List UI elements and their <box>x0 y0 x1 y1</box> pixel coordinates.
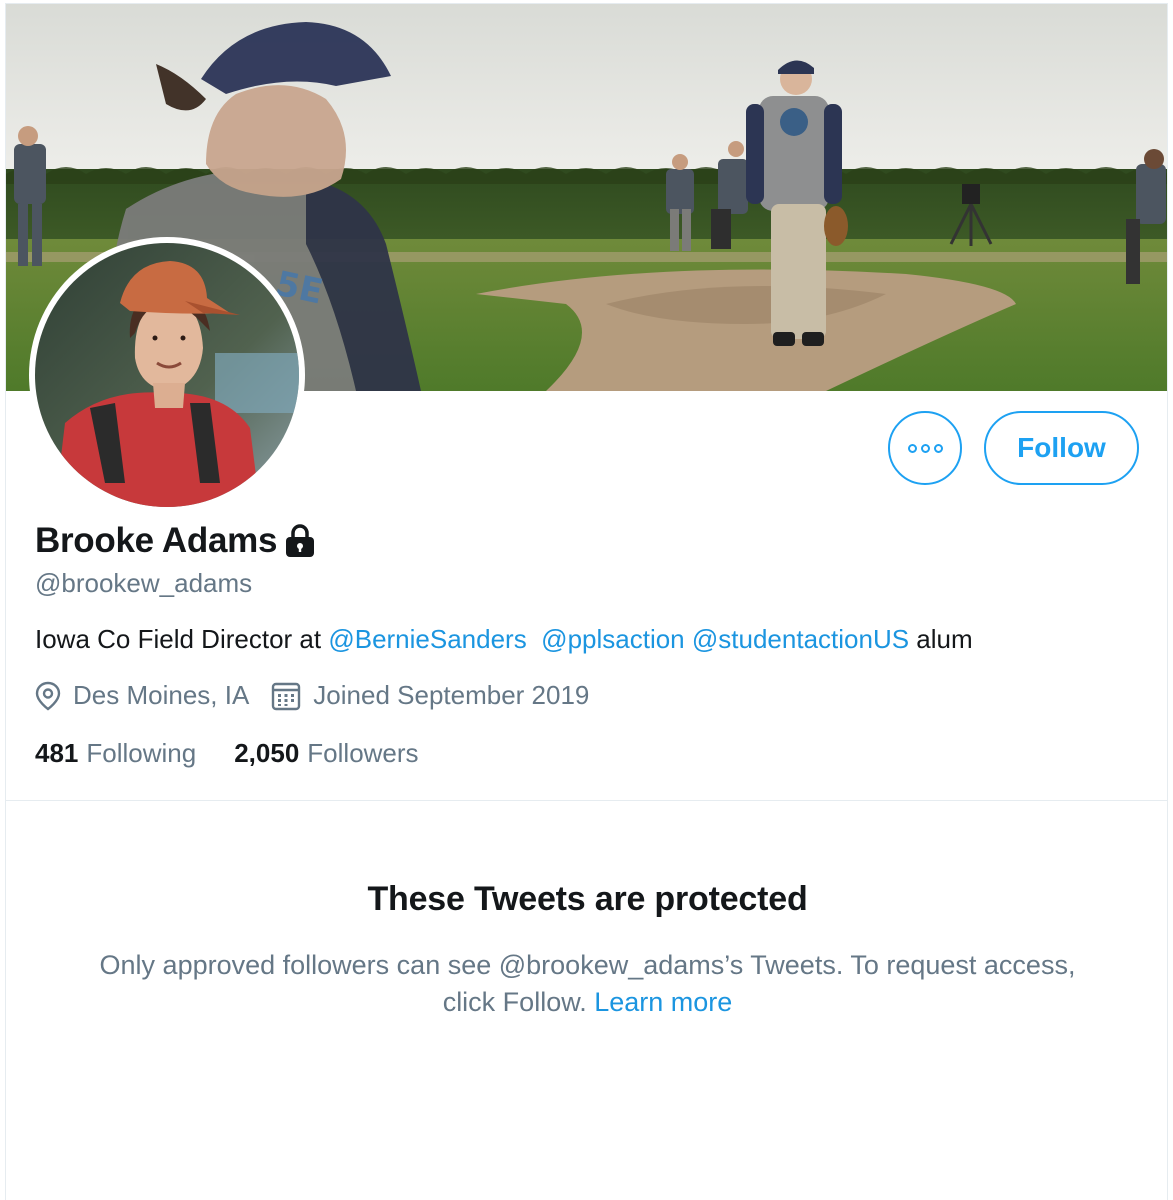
bio-text: Iowa Co Field Director at <box>35 624 329 654</box>
followers-link[interactable]: 2,050 Followers <box>234 738 418 769</box>
more-dot <box>933 443 943 453</box>
location-text: Des Moines, IA <box>73 680 250 710</box>
display-name: Brooke Adams <box>35 521 278 560</box>
bio-mention-link[interactable]: @pplsaction <box>541 624 684 654</box>
joined-text: Joined September 2019 <box>313 680 590 710</box>
profile-page: 5E Follow Brooke Adams @brookew_adams Io… <box>5 3 1168 1200</box>
following-link[interactable]: 481 Following <box>35 738 196 769</box>
learn-more-link[interactable]: Learn more <box>594 987 732 1017</box>
calendar-icon <box>271 681 301 711</box>
location-pin-icon <box>35 681 61 711</box>
following-label: Following <box>86 738 197 768</box>
followers-count: 2,050 <box>234 738 300 768</box>
followers-label: Followers <box>307 738 419 768</box>
protected-message: Only approved followers can see @brookew… <box>46 947 1129 1021</box>
profile-meta: Des Moines, IA Joined September 2019 <box>35 680 589 711</box>
profile-avatar[interactable] <box>29 237 305 513</box>
joined-item: Joined September 2019 <box>271 680 589 711</box>
profile-bio: Iowa Co Field Director at @BernieSanders… <box>35 624 973 655</box>
more-dot <box>920 443 930 453</box>
follow-button[interactable]: Follow <box>984 411 1139 485</box>
follow-stats: 481 Following 2,050 Followers <box>35 738 419 769</box>
name-row: Brooke Adams <box>35 521 315 561</box>
profile-handle: @brookew_adams <box>35 568 253 598</box>
bio-mention-link[interactable]: @studentactionUS <box>692 624 909 654</box>
protected-message-line2: click Follow. <box>442 987 595 1017</box>
section-divider <box>6 800 1167 801</box>
bio-mention-link[interactable]: @BernieSanders <box>328 624 526 654</box>
more-dots-icon <box>907 443 917 453</box>
protected-message-line1: Only approved followers can see @brookew… <box>99 950 1076 980</box>
more-options-button[interactable] <box>888 411 962 485</box>
protected-title: These Tweets are protected <box>367 880 808 918</box>
lock-icon <box>285 524 315 558</box>
bio-text-suffix: alum <box>909 624 973 654</box>
location-item: Des Moines, IA <box>35 680 249 711</box>
following-count: 481 <box>35 738 79 768</box>
